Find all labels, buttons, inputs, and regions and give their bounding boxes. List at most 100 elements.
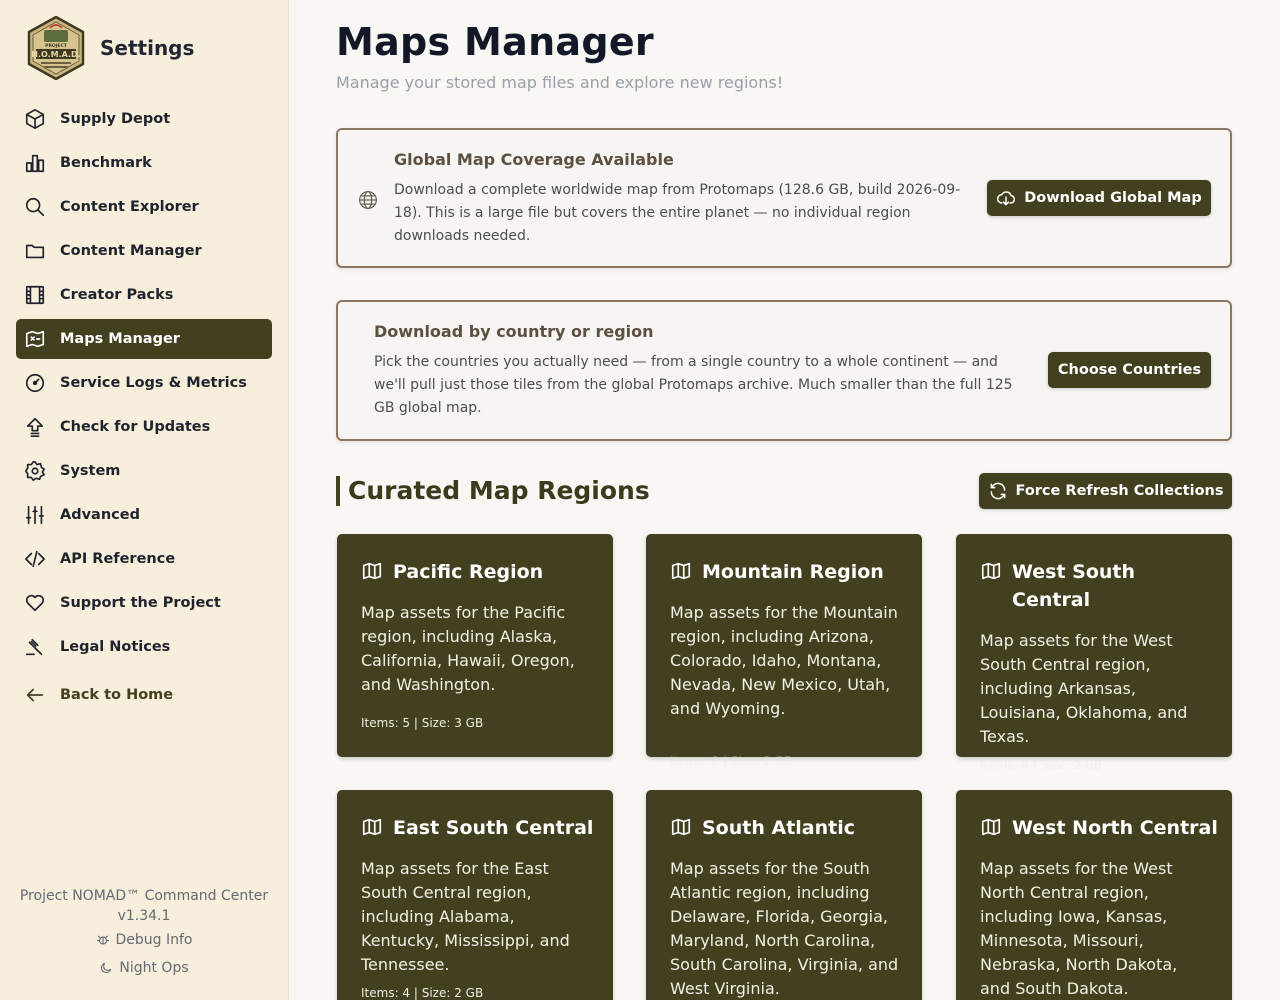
sidebar-item-content-manager[interactable]: Content Manager (16, 231, 272, 271)
gear-icon (24, 460, 46, 482)
region-card-description: Map assets for the Pacific region, inclu… (361, 603, 575, 694)
night-ops-toggle[interactable]: Night Ops (16, 958, 272, 978)
region-card-east-south-central[interactable]: East South Central Map assets for the Ea… (337, 790, 613, 1000)
region-card-title: South Atlantic (702, 817, 855, 839)
sliders-icon (24, 504, 46, 526)
region-card-west-south-central[interactable]: West South Central Map assets for the We… (956, 534, 1232, 772)
search-icon (24, 196, 46, 218)
nomad-logo-icon: N.O.M.A.D. PROJECT (27, 16, 85, 80)
country-banner-heading: Download by country or region (374, 322, 654, 341)
region-card-west-north-central[interactable]: West North Central Map assets for the We… (956, 790, 1232, 1000)
download-global-map-label: Download Global Map (1024, 190, 1202, 206)
sidebar-item-label: Creator Packs (60, 287, 174, 303)
download-global-map-button[interactable]: Download Global Map (987, 180, 1211, 216)
gavel-icon (24, 636, 46, 658)
region-card-pacific[interactable]: Pacific Region Map assets for the Pacifi… (337, 534, 613, 757)
sidebar-item-api-reference[interactable]: API Reference (16, 539, 272, 579)
sidebar-item-label: Maps Manager (60, 331, 180, 347)
region-card-title: Pacific Region (393, 561, 544, 583)
moon-icon (101, 962, 112, 973)
map-icon (671, 562, 691, 580)
sidebar-item-creator-packs[interactable]: Creator Packs (16, 275, 272, 315)
sidebar-item-support[interactable]: Support the Project (16, 583, 272, 623)
debug-info-label: Debug Info (115, 932, 193, 948)
sidebar-item-label: API Reference (60, 551, 176, 567)
region-card-description: Map assets for the East South Central re… (361, 859, 570, 974)
page-subtitle: Manage your stored map files and explore… (336, 73, 784, 92)
sidebar-title: Settings (100, 36, 195, 60)
sidebar-item-label: Legal Notices (60, 639, 171, 655)
sidebar-item-check-updates[interactable]: Check for Updates (16, 407, 272, 447)
sidebar-item-label: Check for Updates (60, 419, 211, 435)
sidebar-item-advanced[interactable]: Advanced (16, 495, 272, 535)
page-title: Maps Manager (336, 20, 654, 64)
sidebar-item-label: Support the Project (60, 595, 221, 611)
upload-arrow-icon (24, 416, 46, 438)
bar-chart-icon (24, 152, 46, 174)
region-card-meta: Items: 8 | Size: 2 GB (670, 754, 793, 768)
folder-icon (24, 240, 46, 262)
region-card-meta: Items: 4 | Size: 2 GB (980, 758, 1103, 772)
sidebar-item-label: Service Logs & Metrics (60, 375, 247, 391)
sidebar: N.O.M.A.D. PROJECT Settings Supply Depot… (0, 0, 289, 1000)
logo-text-main: N.O.M.A.D. (31, 50, 80, 59)
sidebar-item-label: Supply Depot (60, 111, 171, 127)
sidebar-nav: Supply Depot Benchmark Content Explorer … (16, 99, 272, 719)
region-card-meta: Items: 5 | Size: 3 GB (361, 716, 484, 730)
code-icon (24, 548, 46, 570)
refresh-icon (990, 482, 1005, 500)
global-map-banner: Global Map Coverage Available Download a… (336, 128, 1232, 268)
region-card-description: Map assets for the South Atlantic region… (670, 859, 899, 998)
sidebar-item-benchmark[interactable]: Benchmark (16, 143, 272, 183)
sidebar-footer: Project NOMAD™ Command Center v1.34.1 De… (16, 886, 272, 978)
country-banner-text: Pick the countries you actually need — f… (374, 354, 1013, 416)
sidebar-item-maps-manager[interactable]: Maps Manager (16, 319, 272, 359)
back-to-home-link[interactable]: Back to Home (16, 675, 272, 715)
region-card-title: Mountain Region (702, 561, 884, 583)
bug-icon (96, 935, 109, 945)
map-icon (981, 562, 1001, 580)
curated-regions-title: Curated Map Regions (336, 476, 650, 506)
region-card-mountain[interactable]: Mountain Region Map assets for the Mount… (646, 534, 922, 768)
region-card-title: East South Central (393, 817, 594, 839)
brand: N.O.M.A.D. PROJECT Settings (24, 16, 194, 80)
map-icon (362, 818, 382, 836)
sidebar-item-system[interactable]: System (16, 451, 272, 491)
logo-text-top: PROJECT (45, 43, 68, 49)
region-card-south-atlantic[interactable]: South Atlantic Map assets for the South … (646, 790, 922, 1000)
choose-countries-label: Choose Countries (1057, 362, 1202, 378)
back-to-home-label: Back to Home (60, 687, 174, 703)
heart-icon (24, 592, 46, 614)
arrow-left-icon (24, 684, 46, 706)
choose-countries-button[interactable]: Choose Countries (1048, 352, 1211, 388)
region-card-description: Map assets for the Mountain region, incl… (670, 603, 898, 718)
film-icon (24, 284, 46, 306)
region-card-description: Map assets for the West North Central re… (980, 859, 1178, 998)
sidebar-item-service-logs[interactable]: Service Logs & Metrics (16, 363, 272, 403)
globe-icon (358, 190, 378, 210)
cube-icon (24, 108, 46, 130)
sidebar-item-label: Advanced (60, 507, 140, 523)
debug-info-link[interactable]: Debug Info (16, 930, 272, 950)
region-card-title: West North Central (1012, 817, 1218, 839)
force-refresh-button[interactable]: Force Refresh Collections (979, 473, 1232, 509)
gauge-icon (24, 372, 46, 394)
region-card-meta: Items: 4 | Size: 2 GB (361, 986, 484, 1000)
sidebar-item-legal[interactable]: Legal Notices (16, 627, 272, 667)
region-card-description: Map assets for the West South Central re… (980, 631, 1188, 746)
force-refresh-label: Force Refresh Collections (1015, 483, 1224, 499)
sidebar-item-content-explorer[interactable]: Content Explorer (16, 187, 272, 227)
map-icon (362, 562, 382, 580)
sidebar-item-supply-depot[interactable]: Supply Depot (16, 99, 272, 139)
sidebar-item-label: Content Manager (60, 243, 202, 259)
sidebar-item-label: System (60, 463, 121, 479)
sidebar-item-label: Content Explorer (60, 199, 199, 215)
night-ops-label: Night Ops (119, 960, 189, 976)
map-icon (24, 328, 46, 350)
sidebar-item-label: Benchmark (60, 155, 152, 171)
global-banner-text: Download a complete worldwide map from P… (394, 182, 961, 244)
global-banner-heading: Global Map Coverage Available (394, 150, 674, 169)
cloud-download-icon (997, 191, 1016, 206)
map-icon (671, 818, 691, 836)
country-region-banner: Download by country or region Pick the c… (336, 300, 1232, 441)
